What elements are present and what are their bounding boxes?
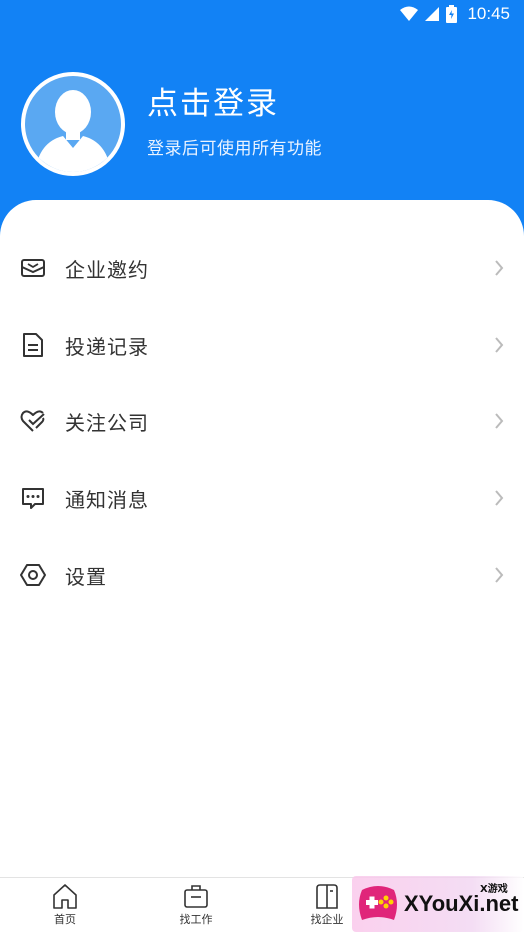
status-bar: 10:45 [0, 0, 524, 30]
menu-item-notifications[interactable]: 通知消息 [0, 468, 524, 528]
gamepad-logo-icon [359, 886, 397, 920]
status-time: 10:45 [467, 4, 510, 23]
login-subtitle: 登录后可使用所有功能 [147, 139, 322, 159]
settings-icon [20, 564, 46, 586]
nav-label: 找工作 [179, 913, 213, 926]
menu-item-invitations[interactable]: 企业邀约 [0, 238, 524, 298]
menu-label: 设置 [65, 564, 107, 589]
menu-item-settings[interactable]: 设置 [0, 545, 524, 605]
chevron-right-icon [495, 490, 504, 506]
battery-icon [446, 5, 458, 23]
avatar[interactable] [21, 72, 125, 176]
watermark-text: XYouXi.net [404, 891, 519, 916]
signal-icon [425, 7, 440, 21]
menu-item-followed-companies[interactable]: 关注公司 [0, 391, 524, 451]
briefcase-icon [184, 885, 208, 908]
menu-item-applications[interactable]: 投递记录 [0, 315, 524, 375]
mail-icon [21, 259, 45, 277]
document-icon [23, 333, 43, 357]
login-title[interactable]: 点击登录 [147, 78, 279, 123]
menu-label: 关注公司 [65, 410, 149, 435]
building-icon [316, 884, 338, 909]
menu-label: 企业邀约 [65, 257, 149, 282]
nav-item-home[interactable]: 首页 [35, 882, 95, 932]
user-silhouette-icon [35, 90, 111, 172]
home-icon [53, 884, 77, 909]
nav-item-companies[interactable]: 找企业 [297, 882, 357, 932]
heart-check-icon [20, 410, 45, 432]
nav-label: 找企业 [310, 913, 344, 926]
menu-card: 企业邀约 投递记录 关注公司 通知消息 设置 [0, 200, 524, 880]
nav-item-jobs[interactable]: 找工作 [166, 882, 226, 932]
watermark: X游戏 XYouXi.net [352, 876, 524, 932]
wifi-icon [400, 6, 419, 21]
chevron-right-icon [495, 413, 504, 429]
menu-label: 投递记录 [65, 334, 149, 359]
menu-label: 通知消息 [65, 487, 149, 512]
chevron-right-icon [495, 567, 504, 583]
chevron-right-icon [495, 260, 504, 276]
message-icon [22, 488, 44, 509]
nav-label: 首页 [54, 913, 76, 926]
chevron-right-icon [495, 337, 504, 353]
